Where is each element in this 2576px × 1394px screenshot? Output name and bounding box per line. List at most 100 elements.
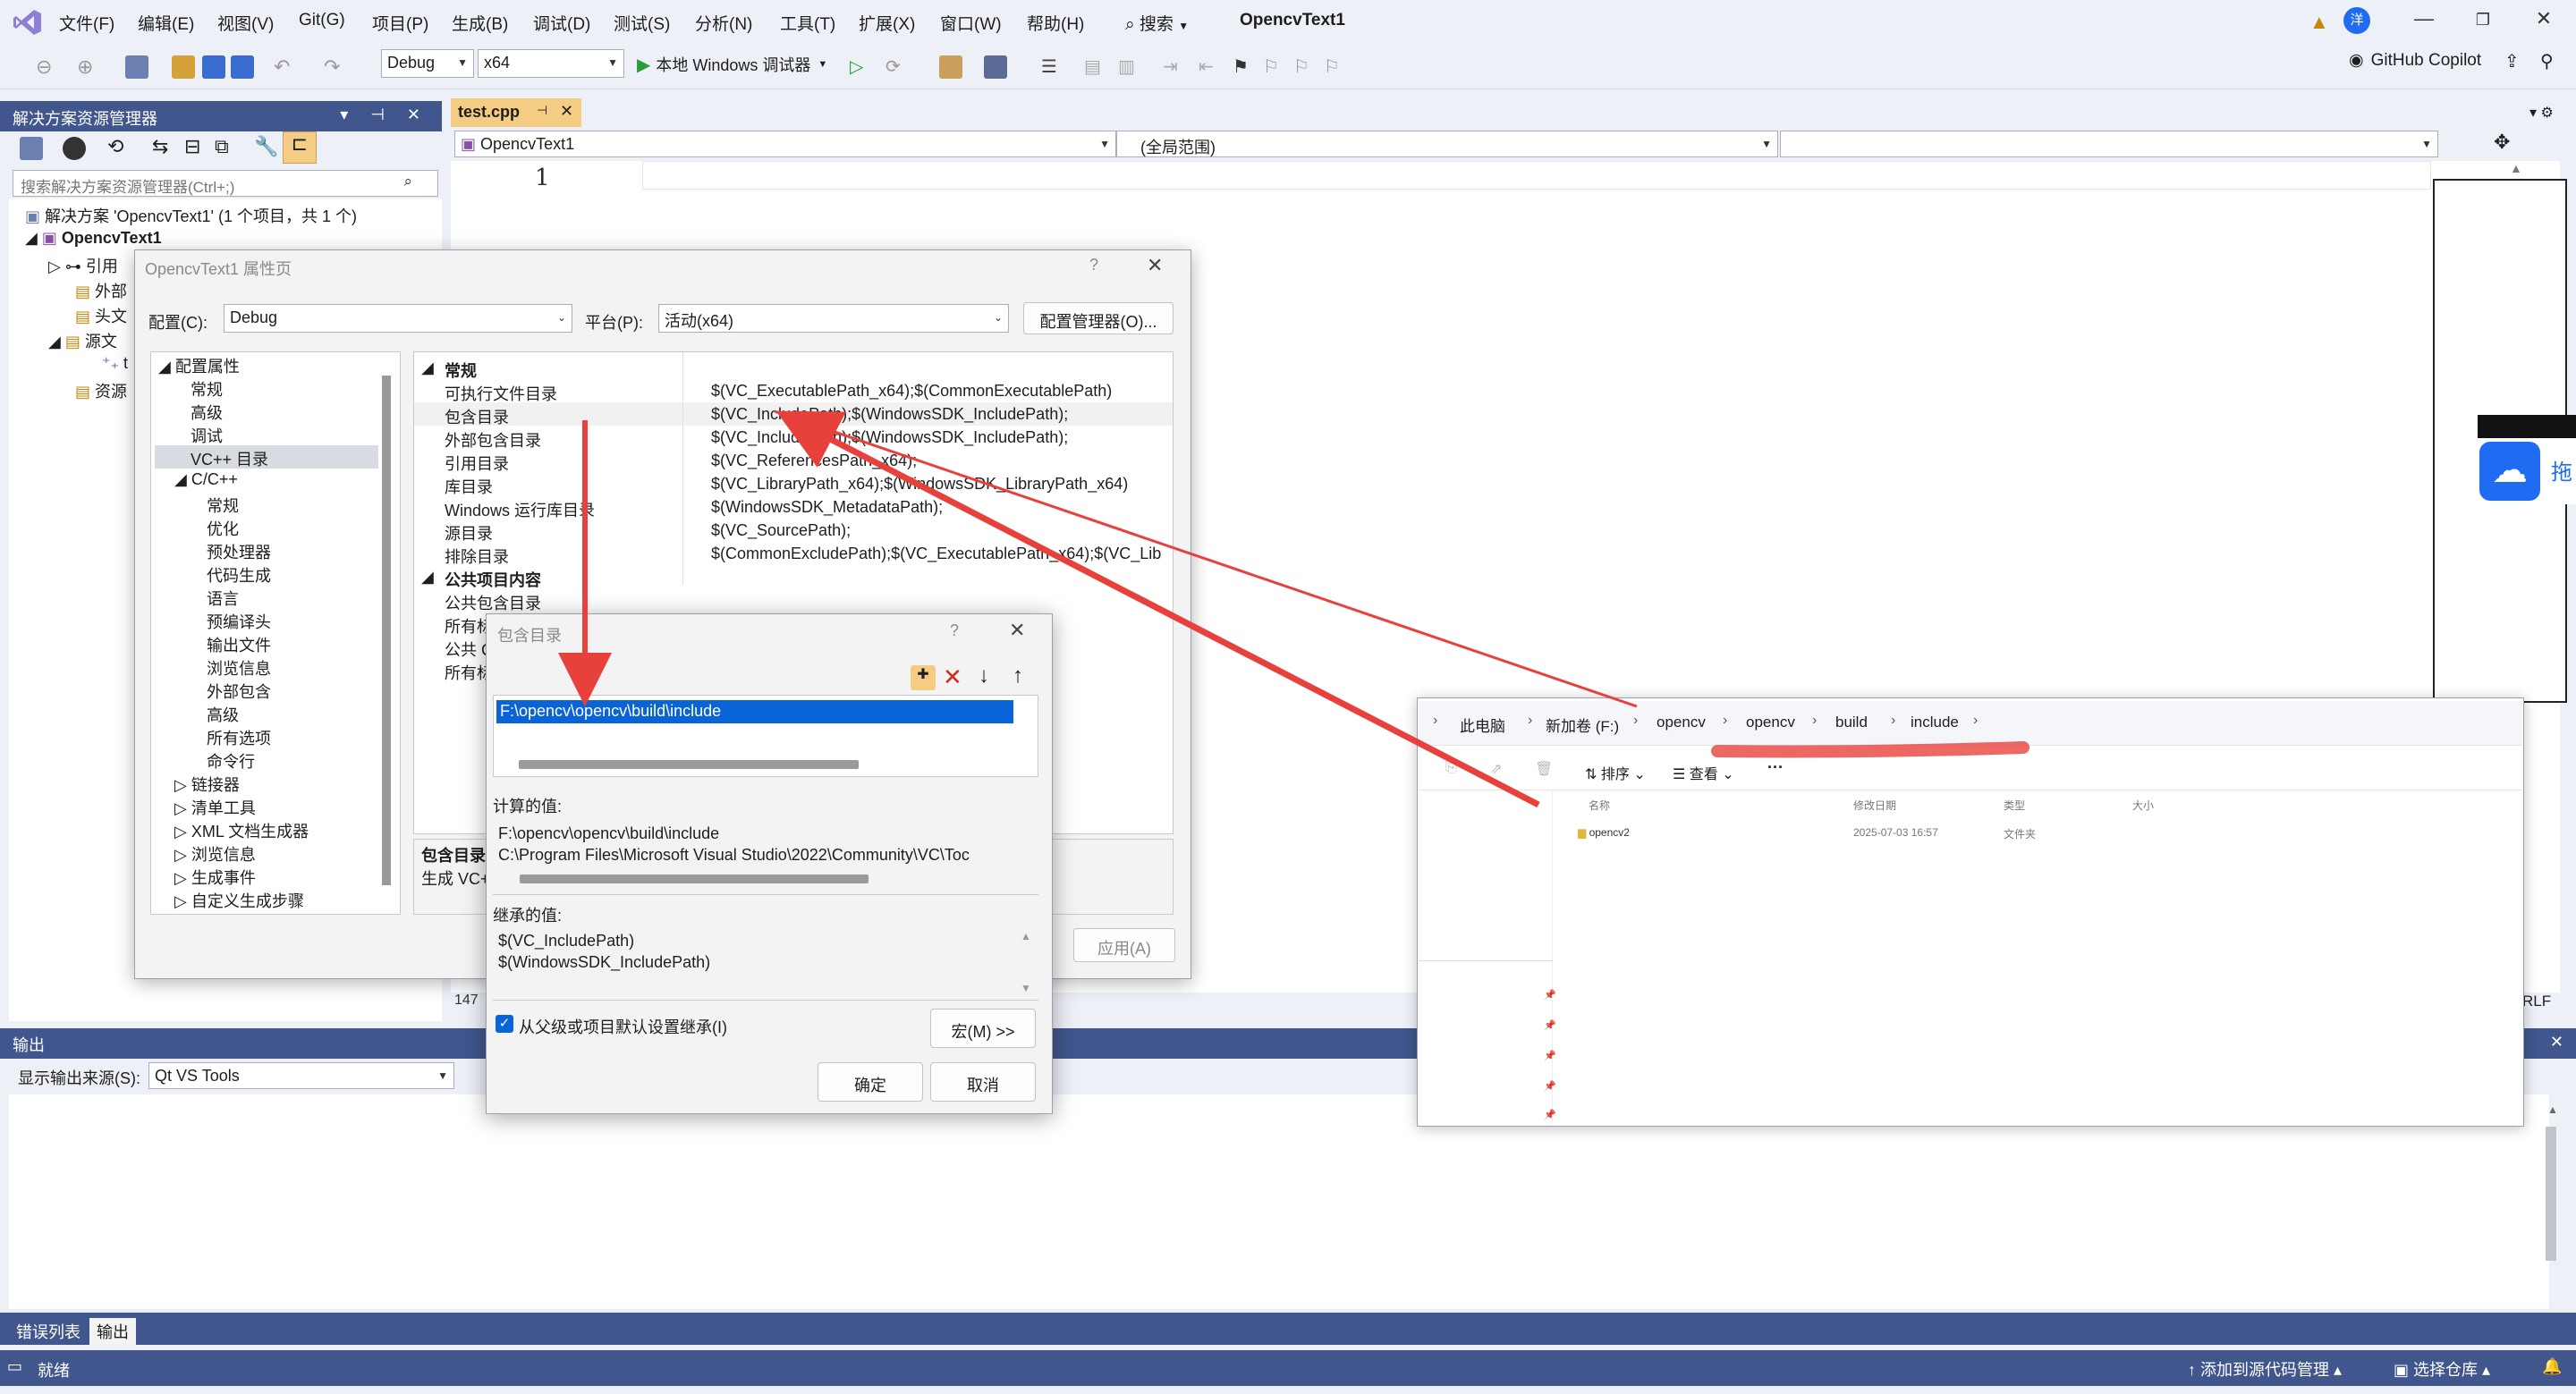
config-manager-button[interactable]: 配置管理器(O)... (1023, 302, 1174, 334)
format-icon[interactable]: ☰ (1041, 55, 1064, 79)
line-ending-status[interactable]: RLF (2522, 993, 2551, 1010)
row-public-include[interactable]: 公共包含目录 (414, 588, 1173, 613)
menu-edit[interactable]: 编辑(E) (138, 11, 194, 35)
scroll-down-icon[interactable]: ▼ (1021, 982, 1031, 994)
tree-pch[interactable]: 预编译头 (207, 610, 271, 633)
file-row-opencv2[interactable]: ▆ opencv2 (1578, 826, 1630, 839)
macro-button[interactable]: 宏(M) >> (930, 1009, 1036, 1048)
tree-manifest[interactable]: ▷ 清单工具 (174, 796, 256, 819)
share-icon[interactable]: ⇪ (2504, 50, 2520, 72)
close-dialog-button[interactable]: ✕ (1009, 619, 1025, 642)
save-icon[interactable] (202, 55, 225, 79)
prev-bookmark-icon[interactable]: ⚐ (1263, 55, 1286, 79)
inherit-checkbox[interactable]: ✓ (496, 1015, 513, 1033)
view-button[interactable]: ☰ 查看 ⌄ (1673, 762, 1734, 783)
tab-error-list[interactable]: 错误列表 (9, 1318, 88, 1345)
row-exclude-dirs[interactable]: 排除目录 $(CommonExcludePath);$(VC_Executable… (414, 542, 1173, 565)
platform-dropdown[interactable]: x64 ▼ (478, 49, 624, 78)
cancel-button[interactable]: 取消 (930, 1062, 1036, 1102)
preview-toggle-icon[interactable]: ⊏ (283, 131, 317, 164)
select-repo-button[interactable]: ▣ 选择仓库 ▴ (2394, 1357, 2490, 1381)
tab-output[interactable]: 输出 (89, 1318, 136, 1345)
tree-browse-info[interactable]: 浏览信息 (207, 656, 271, 680)
solution-search-input[interactable]: 搜索解决方案资源管理器(Ctrl+;) ⌕ (13, 170, 438, 197)
pin-icon[interactable]: 📌 (1544, 1019, 1556, 1031)
menu-tools[interactable]: 工具(T) (780, 11, 835, 35)
cloud-icon[interactable]: ☁ (2479, 442, 2540, 501)
help-button[interactable]: ? (950, 621, 959, 640)
col-size[interactable]: 大小 (2132, 798, 2154, 813)
close-dialog-button[interactable]: ✕ (1147, 254, 1163, 277)
github-copilot-button[interactable]: ◉ GitHub Copilot (2349, 50, 2481, 71)
tree-cpp-general[interactable]: 常规 (207, 494, 239, 517)
col-name[interactable]: 名称 (1589, 798, 1610, 813)
save-all-icon[interactable] (231, 55, 254, 79)
pin-icon[interactable]: 📌 (1544, 1050, 1556, 1061)
crumb-build[interactable]: build (1835, 714, 1868, 731)
panel-controls[interactable]: ▾ ⊣ ✕ (340, 106, 429, 124)
tree-cpp[interactable]: ◢ C/C++ (174, 470, 238, 489)
split-icon[interactable]: ✥ (2494, 131, 2510, 154)
crumb-this-pc[interactable]: 此电脑 (1460, 714, 1505, 736)
tab-overflow-icon[interactable]: ▾ ⚙ (2529, 104, 2554, 122)
move-down-icon[interactable]: ↓ (979, 663, 989, 689)
uncomment-icon[interactable]: ▥ (1118, 55, 1141, 79)
tree-scrollbar[interactable] (382, 376, 391, 885)
run-debugger-button[interactable]: ▶ 本地 Windows 调试器 ▼ (637, 52, 827, 77)
feedback-icon[interactable]: ⚲ (2540, 50, 2554, 72)
crumb-include[interactable]: include (1911, 714, 1959, 731)
tree-external[interactable]: ▤ 外部 (75, 279, 127, 302)
tab-test-cpp[interactable]: test.cpp ⊣ ✕ (451, 98, 581, 127)
calc-scrollbar[interactable] (520, 874, 869, 883)
category-general[interactable]: ◢ 常规 (414, 356, 1173, 380)
crumb-opencv-2[interactable]: opencv (1746, 714, 1795, 731)
config-dropdown[interactable]: Debug ▼ (381, 49, 474, 78)
indent-icon[interactable]: ⇥ (1163, 55, 1186, 79)
open-folder-icon[interactable] (172, 55, 195, 79)
output-text-area[interactable]: ▲ (9, 1094, 2558, 1309)
tree-resources[interactable]: ▤ 资源 (75, 379, 127, 402)
avatar[interactable]: 洋 (2343, 7, 2370, 34)
comment-icon[interactable]: ▤ (1084, 55, 1107, 79)
pin-icon[interactable]: 📌 (1544, 1109, 1556, 1120)
tree-xml-doc[interactable]: ▷ XML 文档生成器 (174, 819, 309, 842)
tree-references[interactable]: ▷ ⊶ 引用 (48, 254, 118, 277)
menu-view[interactable]: 视图(V) (217, 11, 274, 35)
tree-sources[interactable]: ◢ ▤ 源文 (48, 329, 117, 352)
refresh-icon[interactable]: ⇆ (152, 135, 168, 158)
tree-debugging[interactable]: 调试 (191, 424, 223, 447)
clear-bookmark-icon[interactable]: ⚐ (1324, 55, 1347, 79)
tree-custom-build[interactable]: ▷ 自定义生成步骤 (174, 889, 304, 912)
tree-browse[interactable]: ▷ 浏览信息 (174, 842, 256, 866)
close-icon[interactable]: ✕ (2550, 1033, 2563, 1052)
add-source-control-button[interactable]: ↑ 添加到源代码管理 ▴ (2188, 1357, 2342, 1381)
platform-select[interactable]: 活动(x64) ⌄ (658, 304, 1009, 333)
history-icon[interactable]: ⟲ (107, 135, 123, 158)
delete-icon[interactable]: ✕ (943, 663, 962, 691)
ok-button[interactable]: 确定 (818, 1062, 923, 1102)
output-scrollbar[interactable] (2546, 1127, 2556, 1261)
scroll-up-icon[interactable]: ▲ (1021, 930, 1031, 942)
row-reference-dirs[interactable]: 引用目录 $(VC_ReferencesPath_x64); (414, 449, 1173, 473)
minimize-button[interactable]: — (2406, 7, 2442, 38)
tree-test-cpp[interactable]: ⁺₊ t (102, 354, 128, 373)
list-scrollbar[interactable] (519, 760, 859, 769)
bookmark-icon[interactable]: ⚑ (1233, 55, 1256, 79)
tree-config-props[interactable]: ◢ 配置属性 (158, 354, 240, 377)
tree-output-files[interactable]: 输出文件 (207, 633, 271, 656)
undo-icon[interactable]: ↶ (274, 55, 297, 79)
hot-reload-icon[interactable]: ⟳ (886, 55, 909, 79)
help-button[interactable]: ? (1089, 256, 1098, 275)
crumb-drive[interactable]: 新加卷 (F:) (1546, 714, 1619, 736)
pin-icon[interactable]: 📌 (1544, 989, 1556, 1001)
menu-extensions[interactable]: 扩展(X) (859, 11, 915, 35)
config-select[interactable]: Debug ⌄ (224, 304, 572, 333)
tree-linker[interactable]: ▷ 链接器 (174, 773, 240, 796)
show-all-icon[interactable]: ⧉ (215, 135, 229, 158)
close-tab-icon[interactable]: ✕ (560, 102, 573, 121)
category-public[interactable]: ◢ 公共项目内容 (414, 565, 1173, 589)
tree-advanced[interactable]: 高级 (191, 401, 223, 424)
delete-icon[interactable]: 🗑 (1535, 760, 1553, 778)
project-nav-dropdown[interactable]: ▣ OpencvText1 ▼ (454, 131, 1116, 157)
tree-optimization[interactable]: 优化 (207, 517, 239, 540)
